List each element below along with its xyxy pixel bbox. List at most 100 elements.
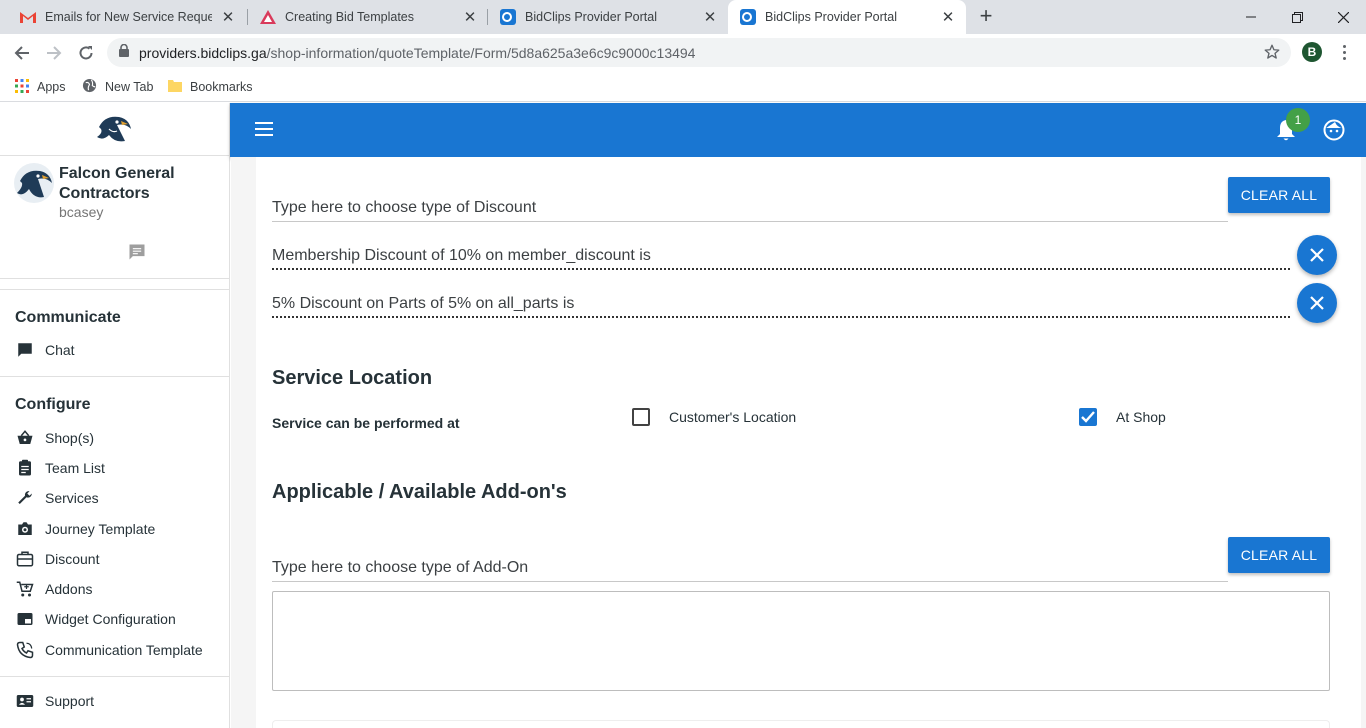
back-arrow-icon[interactable] xyxy=(10,41,34,65)
discount-search-input[interactable]: Type here to choose type of Discount xyxy=(272,199,536,217)
close-tab-icon[interactable]: ✕ xyxy=(220,9,236,26)
close-icon xyxy=(1310,248,1324,262)
bookmark-star-icon[interactable] xyxy=(1263,43,1281,66)
addon-search-input[interactable]: Type here to choose type of Add-On xyxy=(272,559,528,577)
message-icon[interactable] xyxy=(127,242,147,267)
bookmarks-bar: Apps New Tab Bookmarks xyxy=(0,72,1366,102)
bookmark-label: New Tab xyxy=(105,80,154,94)
bidclips-icon xyxy=(500,9,516,25)
sidebar-item-communication-template[interactable]: Communication Template xyxy=(15,639,203,661)
customer-location-label: Customer's Location xyxy=(669,409,797,425)
selected-discount-item: Membership Discount of 10% on member_dis… xyxy=(272,247,651,264)
tab-title: Creating Bid Templates xyxy=(285,10,415,24)
tab-title: Emails for New Service Requests xyxy=(45,10,212,24)
sidebar-item-addons[interactable]: Addons xyxy=(15,578,92,600)
globe-icon xyxy=(82,78,97,96)
falcon-logo[interactable] xyxy=(95,113,135,152)
new-tab-button[interactable]: + xyxy=(975,5,997,28)
close-window-icon[interactable] xyxy=(1320,0,1366,34)
bookmark-apps[interactable]: Apps xyxy=(15,77,66,97)
menu-icon[interactable] xyxy=(255,122,273,136)
camera-icon xyxy=(15,519,35,539)
dotted-underline xyxy=(272,316,1290,318)
service-location-label: Service can be performed at xyxy=(272,415,460,431)
sidebar-item-label: Support xyxy=(45,693,95,709)
addons-heading: Applicable / Available Add-on's xyxy=(272,481,567,503)
bid-templates-icon xyxy=(260,9,276,25)
dotted-underline xyxy=(272,268,1290,270)
sidebar-item-journey-template[interactable]: Journey Template xyxy=(15,518,155,540)
selected-discount-item: 5% Discount on Parts of 5% on all_parts … xyxy=(272,295,575,312)
browser-menu-icon[interactable] xyxy=(1336,42,1352,62)
reload-icon[interactable] xyxy=(74,41,98,65)
restore-icon[interactable] xyxy=(1274,0,1320,34)
address-bar[interactable]: providers.bidclips.ga/shop-information/q… xyxy=(107,38,1291,67)
shop-basket-icon xyxy=(15,428,35,448)
sidebar-item-services[interactable]: Services xyxy=(15,487,99,509)
close-tab-icon[interactable]: ✕ xyxy=(702,9,718,26)
lock-icon xyxy=(119,43,129,62)
account-face-icon[interactable] xyxy=(1323,119,1345,146)
browser-tab-portal-1[interactable]: BidClips Provider Portal ✕ xyxy=(488,0,728,34)
sidebar-item-label: Widget Configuration xyxy=(45,611,176,627)
org-avatar xyxy=(14,163,54,203)
url-host: providers.bidclips.ga xyxy=(139,44,267,61)
sidebar-item-label: Team List xyxy=(45,460,105,476)
clear-all-addons-button[interactable]: CLEAR ALL xyxy=(1228,537,1330,573)
browser-tab-bid-templates[interactable]: Creating Bid Templates ✕ xyxy=(248,0,488,34)
username: bcasey xyxy=(59,204,104,220)
forward-arrow-icon[interactable] xyxy=(42,41,66,65)
sidebar: Falcon General Contractors bcasey Commun… xyxy=(0,103,230,728)
tab-title: BidClips Provider Portal xyxy=(765,10,897,24)
cart-plus-icon xyxy=(15,579,35,599)
sidebar-item-chat[interactable]: Chat xyxy=(15,339,75,361)
divider xyxy=(0,676,230,677)
addons-list-box[interactable] xyxy=(272,591,1330,691)
quote-template-form: Type here to choose type of Discount CLE… xyxy=(256,157,1361,728)
sidebar-item-label: Communication Template xyxy=(45,642,203,658)
divider xyxy=(0,278,230,279)
browser-tab-portal-active[interactable]: BidClips Provider Portal ✕ xyxy=(728,0,966,34)
field-underline xyxy=(272,221,1228,222)
contact-card-icon xyxy=(15,691,35,711)
browser-tab-strip: Emails for New Service Requests ✕ Creati… xyxy=(0,0,1366,34)
bookmark-new-tab[interactable]: New Tab xyxy=(82,77,153,97)
sidebar-item-label: Services xyxy=(45,490,99,506)
section-communicate: Communicate xyxy=(15,309,121,326)
sidebar-item-widget-configuration[interactable]: Widget Configuration xyxy=(15,608,176,630)
at-shop-checkbox[interactable] xyxy=(1079,408,1097,426)
main-content: Type here to choose type of Discount CLE… xyxy=(231,157,1366,728)
close-tab-icon[interactable]: ✕ xyxy=(462,9,478,26)
url-text: providers.bidclips.ga/shop-information/q… xyxy=(139,45,695,61)
gmail-icon xyxy=(20,9,36,25)
org-name: Falcon General Contractors xyxy=(59,165,175,202)
browser-toolbar: providers.bidclips.ga/shop-information/q… xyxy=(0,34,1366,72)
service-location-heading: Service Location xyxy=(272,367,433,389)
sidebar-item-team-list[interactable]: Team List xyxy=(15,457,105,479)
sidebar-item-label: Shop(s) xyxy=(45,430,95,446)
remove-discount-button[interactable] xyxy=(1297,235,1337,275)
sidebar-item-discount[interactable]: Discount xyxy=(15,548,99,570)
browser-tab-emails[interactable]: Emails for New Service Requests ✕ xyxy=(8,0,246,34)
clear-all-discounts-button[interactable]: CLEAR ALL xyxy=(1228,177,1330,213)
sidebar-item-label: Chat xyxy=(45,342,75,358)
bookmark-label: Bookmarks xyxy=(190,80,253,94)
at-shop-label: At Shop xyxy=(1116,409,1166,425)
sidebar-item-shops[interactable]: Shop(s) xyxy=(15,427,94,449)
widget-icon xyxy=(15,609,35,629)
checkmark-icon xyxy=(1081,411,1095,423)
close-icon xyxy=(1310,296,1324,310)
sidebar-item-support[interactable]: Support xyxy=(15,690,94,712)
divider xyxy=(0,155,230,156)
profile-avatar[interactable]: B xyxy=(1302,42,1322,62)
divider xyxy=(0,289,230,290)
divider xyxy=(0,376,230,377)
customer-location-checkbox[interactable] xyxy=(632,408,650,426)
remove-discount-button[interactable] xyxy=(1297,283,1337,323)
chat-icon xyxy=(15,340,35,360)
field-underline xyxy=(272,581,1228,582)
close-tab-icon[interactable]: ✕ xyxy=(940,9,956,26)
bidclips-icon xyxy=(740,9,756,25)
bookmark-folder[interactable]: Bookmarks xyxy=(168,77,253,97)
minimize-icon[interactable] xyxy=(1228,0,1274,34)
